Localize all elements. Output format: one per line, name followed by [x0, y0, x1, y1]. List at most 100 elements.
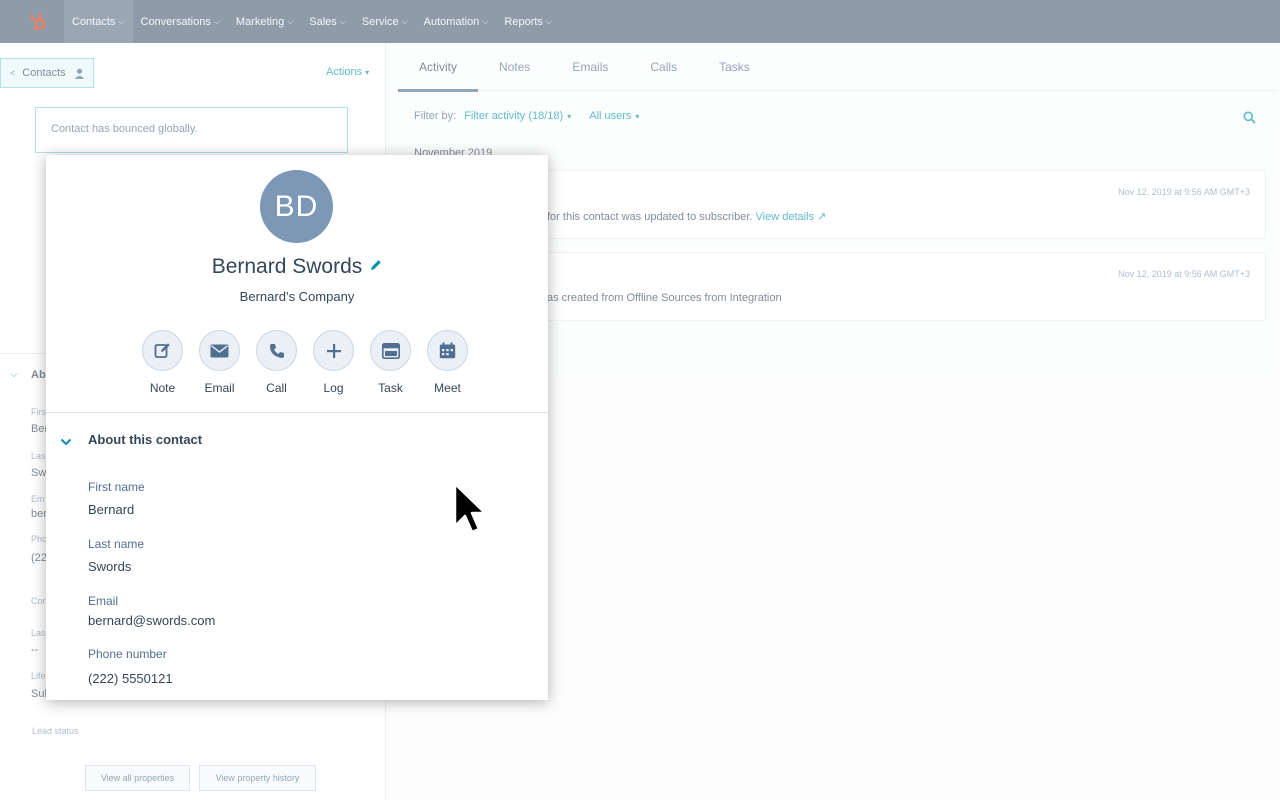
log-action-label: Log — [323, 381, 344, 395]
nav-service-label: Service — [361, 15, 399, 28]
last-name-label-fragment: Las — [31, 451, 46, 461]
view-property-history-button[interactable]: View property history — [199, 765, 316, 791]
actions-dropdown[interactable]: Actions ▾ — [326, 66, 369, 78]
note-action-label: Note — [149, 381, 176, 395]
chevron-left-icon: < — [10, 68, 16, 78]
email-value-fragment: ber — [31, 508, 47, 520]
task-action-label: Task — [378, 381, 403, 395]
external-link-icon: ↗ — [817, 211, 827, 223]
edit-pencil-icon[interactable] — [370, 253, 382, 277]
nav-sales-label: Sales — [309, 15, 337, 28]
nav-automation-label: Automation — [423, 15, 480, 28]
back-to-contacts-button[interactable]: < Contacts — [0, 58, 94, 88]
tab-notes[interactable]: Notes — [478, 43, 551, 91]
tab-calls[interactable]: Calls — [629, 43, 698, 91]
caret-down-icon: ▾ — [635, 112, 640, 121]
nav-contacts[interactable]: Contacts ⌵ — [64, 0, 133, 43]
email-value[interactable]: bernard@swords.com — [88, 613, 215, 628]
bounce-alert: Contact has bounced globally. — [35, 107, 348, 153]
note-icon — [142, 330, 183, 371]
caret-down-icon: ▾ — [365, 68, 370, 77]
phone-number-label: Phone number — [88, 647, 167, 661]
chevron-down-icon[interactable]: ⌵ — [10, 369, 18, 380]
bounce-alert-text: Contact has bounced globally. — [51, 123, 198, 135]
tab-notes-label: Notes — [499, 60, 531, 74]
first-name-label: First name — [88, 480, 145, 494]
meet-action-label: Meet — [434, 381, 461, 395]
contact-name: Bernard Swords — [46, 253, 548, 279]
view-all-properties-label: View all properties — [100, 773, 175, 783]
event-text: for this contact was updated to subscrib… — [547, 210, 826, 223]
call-action-button[interactable]: Call — [248, 330, 305, 395]
search-icon[interactable] — [1243, 111, 1256, 129]
last-name-value-fragment: Sw — [31, 467, 47, 479]
lifecycle-label-fragment: Life — [31, 671, 46, 681]
contact-name-text: Bernard Swords — [211, 255, 363, 278]
log-action-button[interactable]: Log — [305, 330, 362, 395]
task-action-button[interactable]: Task — [362, 330, 419, 395]
tab-activity-label: Activity — [419, 60, 458, 74]
filter-activity-dropdown[interactable]: Filter activity (18/18) ▾ — [464, 110, 571, 122]
note-action-button[interactable]: Note — [134, 330, 191, 395]
avatar: BD — [260, 170, 333, 243]
divider — [46, 412, 548, 413]
tab-emails-label: Emails — [572, 60, 609, 74]
event-timestamp: Nov 12, 2019 at 9:56 AM GMT+3 — [1118, 269, 1250, 279]
chevron-down-icon[interactable] — [60, 433, 72, 451]
nav-sales[interactable]: Sales ⌵ — [301, 0, 354, 43]
meet-action-button[interactable]: Meet — [419, 330, 476, 395]
company-name: Bernard’s Company — [239, 289, 355, 304]
tab-emails[interactable]: Emails — [551, 43, 629, 91]
phone-icon — [256, 330, 297, 371]
nav-reports[interactable]: Reports ⌵ — [496, 0, 560, 43]
event-timestamp: Nov 12, 2019 at 9:56 AM GMT+3 — [1118, 187, 1250, 197]
filter-users-dropdown[interactable]: All users ▾ — [589, 110, 639, 122]
tab-tasks-label: Tasks — [719, 60, 750, 74]
plus-icon — [313, 330, 354, 371]
email-label: Email — [88, 594, 119, 608]
nav-reports-label: Reports — [504, 15, 543, 28]
chevron-down-icon: ⌵ — [287, 16, 294, 26]
call-action-label: Call — [266, 381, 287, 395]
last-contacted-label-fragment: Las — [31, 628, 46, 638]
actions-label: Actions — [326, 66, 363, 78]
phone-label-fragment: Pho — [31, 534, 48, 544]
about-section-title[interactable]: About this contact — [88, 432, 202, 447]
email-action-label: Email — [204, 381, 235, 395]
task-icon — [370, 330, 411, 371]
last-name-value[interactable]: Swords — [88, 559, 131, 574]
calendar-icon — [427, 330, 468, 371]
phone-number-value[interactable]: (222) 5550121 — [88, 671, 173, 686]
chevron-down-icon: ⌵ — [401, 16, 408, 26]
nav-conversations[interactable]: Conversations ⌵ — [133, 0, 228, 43]
hubspot-logo-icon[interactable] — [18, 0, 58, 43]
email-label-fragment: Em — [31, 494, 45, 504]
nav-contacts-label: Contacts — [72, 15, 116, 28]
mouse-cursor-icon — [453, 482, 487, 545]
view-details-label: View details — [755, 211, 815, 223]
filter-activity-label: Filter activity (18/18) — [464, 110, 564, 122]
view-details-link[interactable]: View details ↗ — [756, 211, 827, 223]
quick-actions: Note Email Call Log Task Meet — [134, 330, 476, 395]
caret-down-icon: ▾ — [567, 112, 572, 121]
event-description: for this contact was updated to subscrib… — [547, 211, 753, 223]
view-all-properties-button[interactable]: View all properties — [85, 765, 190, 791]
back-button-label: Contacts — [22, 67, 66, 79]
contact-preview-card: BD Bernard Swords Bernard’s Company Note… — [46, 155, 548, 700]
tab-tasks[interactable]: Tasks — [698, 43, 771, 91]
filter-label: Filter by: — [414, 110, 457, 122]
nav-marketing[interactable]: Marketing ⌵ — [228, 0, 301, 43]
chevron-down-icon: ⌵ — [339, 16, 346, 26]
tab-calls-label: Calls — [650, 60, 678, 74]
email-icon — [199, 330, 240, 371]
nav-service[interactable]: Service ⌵ — [354, 0, 416, 43]
email-action-button[interactable]: Email — [191, 330, 248, 395]
chevron-down-icon: ⌵ — [545, 16, 552, 26]
first-name-value[interactable]: Bernard — [88, 502, 134, 517]
tab-activity[interactable]: Activity — [398, 43, 479, 92]
filter-bar: Filter by: Filter activity (18/18) ▾ All … — [414, 110, 639, 122]
nav-automation[interactable]: Automation ⌵ — [416, 0, 497, 43]
about-header-fragment: Ab — [31, 369, 46, 381]
person-icon — [74, 68, 85, 79]
last-name-label: Last name — [88, 537, 145, 551]
